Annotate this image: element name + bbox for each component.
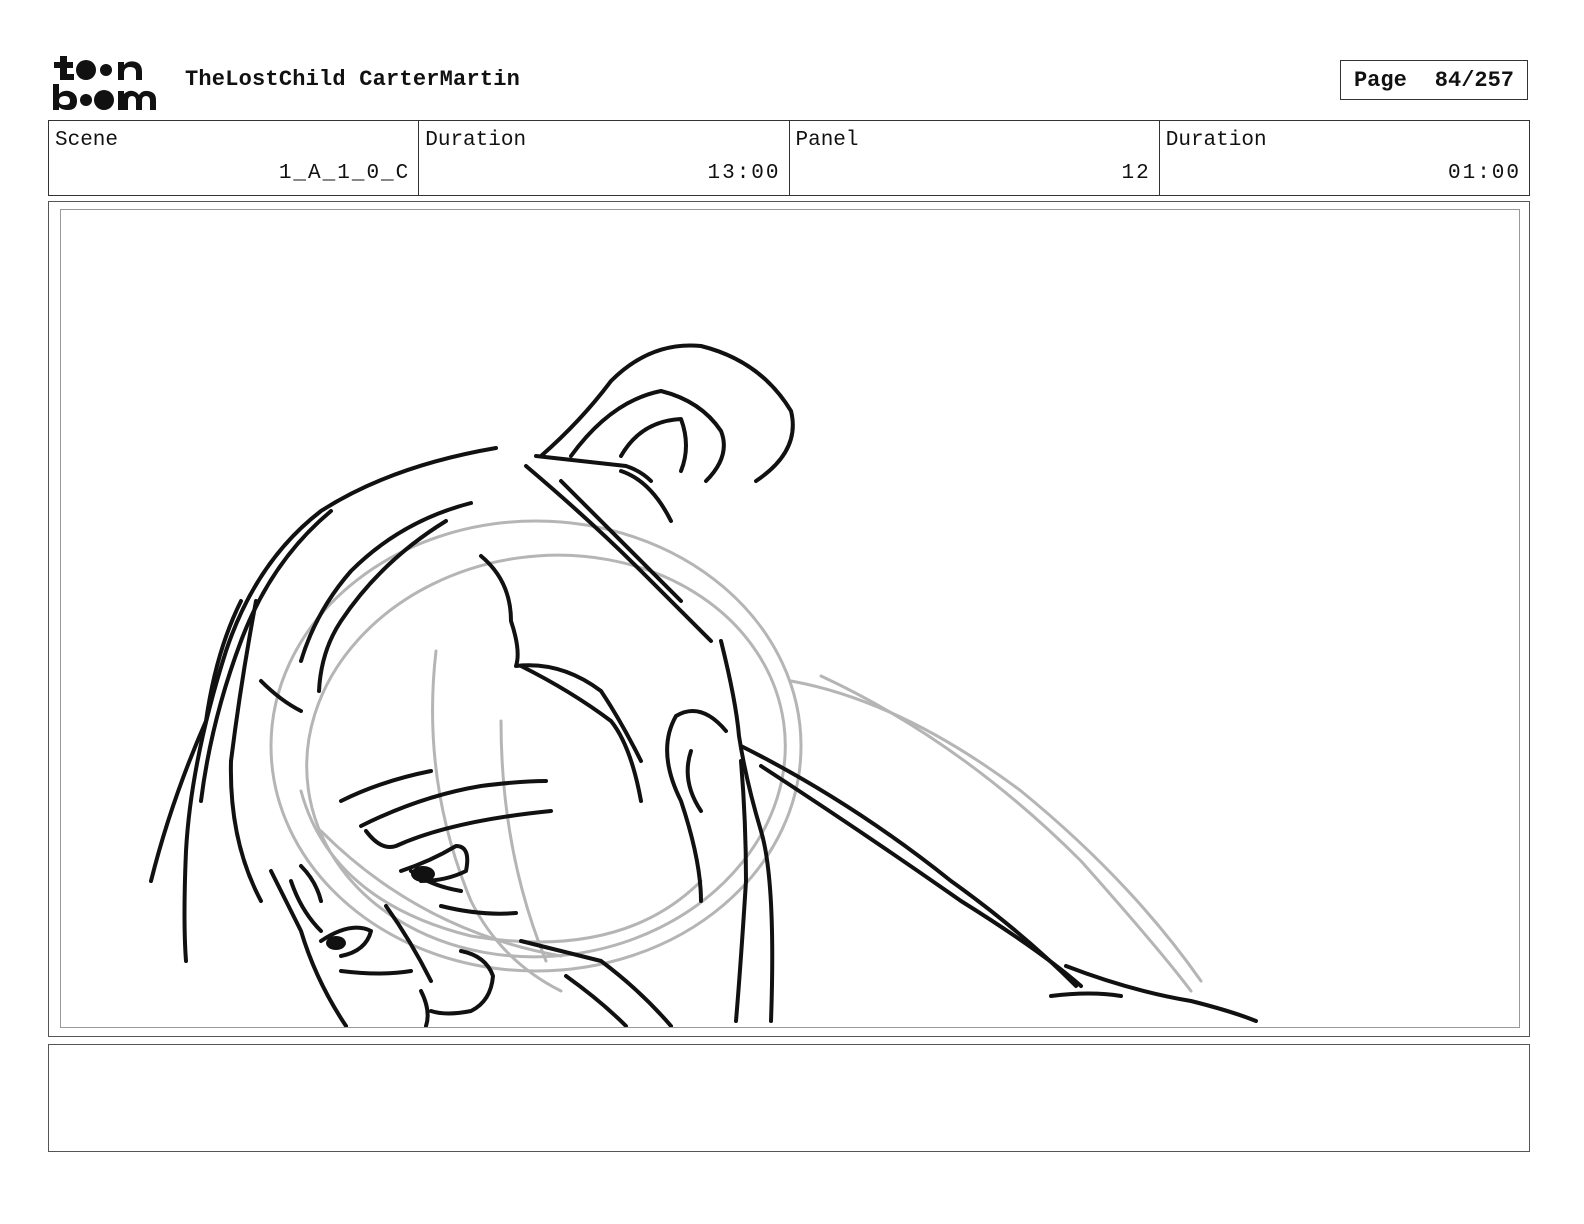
project-title: TheLostChild CarterMartin <box>185 67 521 92</box>
page-indicator: Page 84/257 <box>1340 60 1528 100</box>
panel-duration-value: 01:00 <box>1447 162 1521 185</box>
sketch-child-looking-down-icon <box>149 343 1258 1027</box>
panel-notes-box <box>48 1044 1530 1152</box>
page-number: 84/257 <box>1434 67 1515 93</box>
scene-label: Scene <box>55 129 119 152</box>
scene-duration-value: 13:00 <box>707 162 781 185</box>
scene-info-table: Scene 1_A_1_0_C Duration 13:00 Panel 12 … <box>48 120 1530 196</box>
scene-value: 1_A_1_0_C <box>278 162 411 185</box>
panel-duration-cell: Duration 01:00 <box>1160 121 1529 195</box>
panel-label: Panel <box>795 129 859 152</box>
scene-cell: Scene 1_A_1_0_C <box>49 121 420 195</box>
scene-duration-cell: Duration 13:00 <box>419 121 790 195</box>
panel-duration-label: Duration <box>1165 129 1267 152</box>
scene-duration-label: Duration <box>425 129 527 152</box>
panel-value: 12 <box>1121 162 1151 185</box>
panel-cell: Panel 12 <box>790 121 1160 195</box>
storyboard-panel <box>60 209 1520 1028</box>
page-label: Page <box>1353 67 1407 93</box>
toon-boom-logo-icon <box>50 50 162 112</box>
